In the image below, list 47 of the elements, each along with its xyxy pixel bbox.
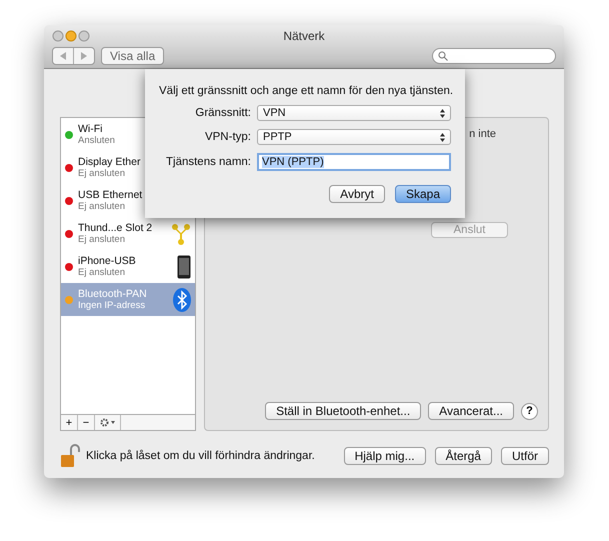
search-field[interactable] bbox=[432, 48, 556, 64]
window-title: Nätverk bbox=[282, 29, 326, 43]
footer-button[interactable]: Hjälp mig... bbox=[344, 447, 426, 465]
sheet-message: Välj ett gränssnitt och ange ett namn för den nya tjänsten. bbox=[159, 85, 451, 97]
service-status: Ej ansluten bbox=[78, 234, 126, 245]
status-text: n inte bbox=[469, 128, 496, 140]
footer-button[interactable]: Utför bbox=[500, 447, 549, 465]
cancel-button[interactable]: Avbryt bbox=[329, 185, 385, 203]
service-status: Ej ansluten bbox=[78, 267, 126, 278]
popup-menu[interactable]: VPN bbox=[256, 105, 451, 121]
footer-button[interactable]: Återgå bbox=[434, 447, 492, 465]
service-name: iPhone-USB bbox=[78, 255, 137, 267]
search-icon bbox=[438, 51, 448, 61]
service-name: Thund...e Slot 2 bbox=[78, 222, 154, 234]
service-name: Display Ether bbox=[78, 156, 142, 168]
window-controls-icon[interactable] bbox=[52, 30, 92, 42]
lock-message: Klicka på låset om du vill förhindra ändringar. bbox=[86, 450, 316, 462]
stepper-icon bbox=[440, 132, 445, 142]
setup-bluetooth-button[interactable]: Ställ in Bluetooth-enhet... bbox=[265, 402, 422, 420]
forward-icon[interactable] bbox=[81, 52, 87, 60]
phone-icon bbox=[177, 254, 191, 278]
service-status: Ej ansluten bbox=[78, 168, 126, 179]
thunderbolt-icon bbox=[171, 222, 191, 244]
service-item[interactable]: iPhone-USB Ej ansluten bbox=[61, 250, 195, 283]
create-button[interactable]: Skapa bbox=[394, 185, 451, 203]
service-name: USB Ethernet bbox=[78, 189, 144, 201]
field-label: VPN-typ: bbox=[204, 131, 251, 143]
service-status: Ingen IP-adress bbox=[78, 300, 146, 311]
service-status: Ansluten bbox=[78, 135, 116, 146]
bluetooth-icon bbox=[173, 288, 191, 312]
service-item[interactable]: Thund...e Slot 2 Ej ansluten bbox=[61, 217, 195, 250]
gear-icon bbox=[100, 418, 116, 427]
service-name: Wi-Fi bbox=[78, 123, 104, 135]
padlock-icon[interactable] bbox=[60, 444, 80, 468]
back-icon[interactable] bbox=[60, 52, 66, 60]
popup-menu[interactable]: PPTP bbox=[256, 129, 451, 145]
field-label: Tjänstens namn: bbox=[164, 156, 251, 168]
field-label: Gränssnitt: bbox=[194, 107, 251, 119]
add-button[interactable]: + bbox=[61, 415, 78, 430]
service-status: Ej ansluten bbox=[78, 201, 126, 212]
stepper-icon bbox=[440, 108, 445, 118]
service-name: Bluetooth-PAN bbox=[78, 288, 148, 300]
help-button[interactable]: ? bbox=[521, 402, 538, 420]
advanced-button[interactable]: Avancerat... bbox=[428, 402, 514, 420]
show-all-button[interactable]: Visa alla bbox=[101, 47, 164, 65]
name-input-field[interactable]: VPN (PPTP) bbox=[257, 153, 451, 171]
remove-button[interactable]: − bbox=[78, 415, 95, 430]
